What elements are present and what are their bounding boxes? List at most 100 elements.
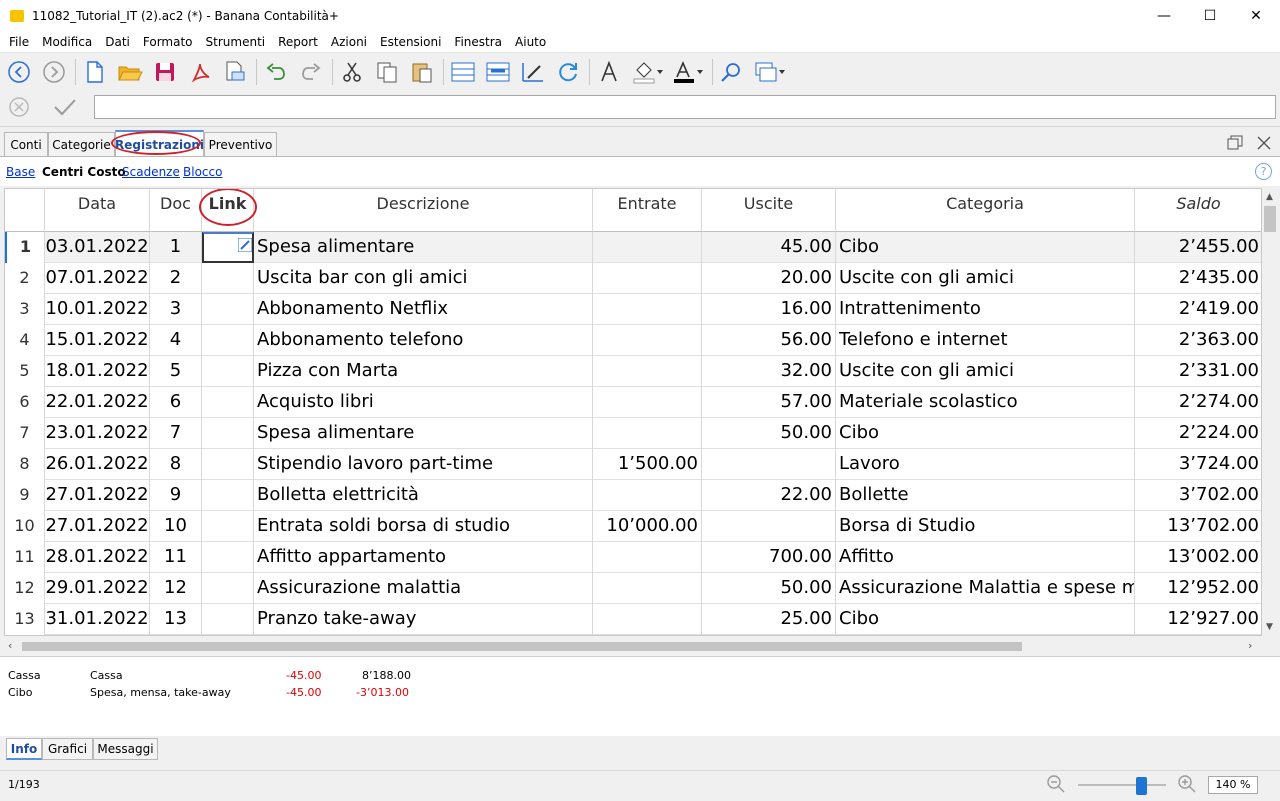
menu-finestra[interactable]: Finestra bbox=[454, 35, 502, 49]
table-row[interactable]: 1 03.01.2022 1 Spesa alimentare 45.00 Cibo 2’4… bbox=[5, 232, 1261, 263]
scroll-left-icon[interactable]: ‹ bbox=[8, 639, 12, 652]
cell-data[interactable]: 29.01.2022 bbox=[45, 573, 150, 604]
cell-data[interactable]: 07.01.2022 bbox=[45, 263, 150, 294]
cell-descrizione[interactable]: Abbonamento Netflix bbox=[254, 294, 593, 325]
menu-strumenti[interactable]: Strumenti bbox=[206, 35, 266, 49]
row-number[interactable]: 9 bbox=[5, 480, 45, 511]
cell-entrate[interactable] bbox=[593, 418, 702, 449]
cell-descrizione[interactable]: Pranzo take-away bbox=[254, 604, 593, 635]
redo-icon[interactable] bbox=[297, 58, 325, 86]
column-header-categoria[interactable]: Categoria bbox=[836, 189, 1135, 232]
cell-link[interactable] bbox=[202, 573, 254, 604]
row-number[interactable]: 10 bbox=[5, 511, 45, 542]
cell-descrizione[interactable]: Abbonamento telefono bbox=[254, 325, 593, 356]
view-centri-costo[interactable]: Centri Costo bbox=[42, 165, 126, 179]
cell-saldo[interactable]: 3’702.00 bbox=[1135, 480, 1261, 511]
scroll-up-icon[interactable]: ▲ bbox=[1266, 192, 1273, 202]
cell-data[interactable]: 28.01.2022 bbox=[45, 542, 150, 573]
horizontal-scroll-thumb[interactable] bbox=[22, 642, 1022, 651]
column-header-descrizione[interactable]: Descrizione bbox=[254, 189, 593, 232]
edit-pencil-icon[interactable] bbox=[237, 234, 252, 253]
undo-icon[interactable] bbox=[262, 58, 290, 86]
tab-conti[interactable]: Conti bbox=[4, 132, 48, 156]
cell-link[interactable] bbox=[202, 232, 254, 263]
minimize-button[interactable]: — bbox=[1141, 0, 1187, 32]
cell-data[interactable]: 22.01.2022 bbox=[45, 387, 150, 418]
cell-doc[interactable]: 5 bbox=[150, 356, 202, 387]
cell-saldo[interactable]: 2’435.00 bbox=[1135, 263, 1261, 294]
table-row[interactable]: 11 28.01.2022 11 Affitto appartamento 700.00… bbox=[5, 542, 1261, 573]
cell-entrate[interactable]: 10’000.00 bbox=[593, 511, 702, 542]
cell-saldo[interactable]: 2’331.00 bbox=[1135, 356, 1261, 387]
fill-color-icon[interactable] bbox=[630, 58, 666, 86]
close-button[interactable]: ✕ bbox=[1233, 0, 1279, 32]
cell-uscite[interactable]: 22.00 bbox=[702, 480, 836, 511]
menu-report[interactable]: Report bbox=[278, 35, 318, 49]
menu-azioni[interactable]: Azioni bbox=[331, 35, 367, 49]
cell-descrizione[interactable]: Pizza con Marta bbox=[254, 356, 593, 387]
cell-saldo[interactable]: 2’224.00 bbox=[1135, 418, 1261, 449]
cell-doc[interactable]: 12 bbox=[150, 573, 202, 604]
row-number[interactable]: 11 bbox=[5, 542, 45, 573]
table-row[interactable]: 3 10.01.2022 3 Abbonamento Netflix 16.00 Intr… bbox=[5, 294, 1261, 325]
cell-data[interactable]: 18.01.2022 bbox=[45, 356, 150, 387]
cell-entrate[interactable] bbox=[593, 387, 702, 418]
window-layout-icon[interactable] bbox=[752, 58, 788, 86]
cell-link[interactable] bbox=[202, 449, 254, 480]
table-row[interactable]: 13 31.01.2022 13 Pranzo take-away 25.00 Cibo 1… bbox=[5, 604, 1261, 635]
zoom-slider[interactable] bbox=[1078, 784, 1166, 786]
cell-saldo[interactable]: 12’927.00 bbox=[1135, 604, 1261, 635]
cell-content-input[interactable] bbox=[94, 95, 1276, 119]
cell-categoria[interactable]: Borsa di Studio bbox=[836, 511, 1135, 542]
cell-uscite[interactable]: 32.00 bbox=[702, 356, 836, 387]
menu-aiuto[interactable]: Aiuto bbox=[515, 35, 546, 49]
delete-rows-icon[interactable] bbox=[484, 58, 512, 86]
cell-doc[interactable]: 6 bbox=[150, 387, 202, 418]
cell-descrizione[interactable]: Uscita bar con gli amici bbox=[254, 263, 593, 294]
cell-descrizione[interactable]: Bolletta elettricità bbox=[254, 480, 593, 511]
cell-data[interactable]: 26.01.2022 bbox=[45, 449, 150, 480]
cell-saldo[interactable]: 12’952.00 bbox=[1135, 573, 1261, 604]
scroll-down-icon[interactable]: ▼ bbox=[1266, 622, 1273, 632]
back-icon[interactable] bbox=[5, 58, 33, 86]
row-number[interactable]: 3 bbox=[5, 294, 45, 325]
table-row[interactable]: 10 27.01.2022 10 Entrata soldi borsa di stu… bbox=[5, 511, 1261, 542]
row-number[interactable]: 13 bbox=[5, 604, 45, 635]
zoom-in-icon[interactable] bbox=[1177, 774, 1197, 794]
cancel-edit-icon[interactable] bbox=[8, 96, 30, 118]
cell-doc[interactable]: 13 bbox=[150, 604, 202, 635]
cell-uscite[interactable] bbox=[702, 449, 836, 480]
close-table-icon[interactable] bbox=[1256, 135, 1272, 151]
cut-icon[interactable] bbox=[338, 58, 366, 86]
cell-uscite[interactable]: 700.00 bbox=[702, 542, 836, 573]
cell-categoria[interactable]: Uscite con gli amici bbox=[836, 263, 1135, 294]
table-row[interactable]: 2 07.01.2022 2 Uscita bar con gli amici 20.0… bbox=[5, 263, 1261, 294]
table-row[interactable]: 6 22.01.2022 6 Acquisto libri 57.00 Materiale… bbox=[5, 387, 1261, 418]
table-row[interactable]: 12 29.01.2022 12 Assicurazione malattia 50.0… bbox=[5, 573, 1261, 604]
maximize-button[interactable]: ☐ bbox=[1187, 0, 1233, 32]
row-number[interactable]: 4 bbox=[5, 325, 45, 356]
menu-estensioni[interactable]: Estensioni bbox=[380, 35, 441, 49]
cell-data[interactable]: 31.01.2022 bbox=[45, 604, 150, 635]
cell-link[interactable] bbox=[202, 387, 254, 418]
cell-uscite[interactable] bbox=[702, 511, 836, 542]
cell-uscite[interactable]: 50.00 bbox=[702, 418, 836, 449]
cell-saldo[interactable]: 3’724.00 bbox=[1135, 449, 1261, 480]
cell-link[interactable] bbox=[202, 356, 254, 387]
view-scadenze[interactable]: Scadenze bbox=[122, 165, 180, 179]
view-base[interactable]: Base bbox=[6, 165, 35, 179]
scroll-right-icon[interactable]: › bbox=[1248, 639, 1252, 652]
cell-doc[interactable]: 10 bbox=[150, 511, 202, 542]
edit-rows-icon[interactable] bbox=[519, 58, 547, 86]
tab-preventivo[interactable]: Preventivo bbox=[204, 132, 277, 156]
row-number[interactable]: 12 bbox=[5, 573, 45, 604]
tab-messaggi[interactable]: Messaggi bbox=[93, 738, 158, 760]
cell-descrizione[interactable]: Acquisto libri bbox=[254, 387, 593, 418]
cell-entrate[interactable] bbox=[593, 542, 702, 573]
cell-entrate[interactable] bbox=[593, 356, 702, 387]
font-icon[interactable] bbox=[595, 58, 623, 86]
cell-descrizione[interactable]: Spesa alimentare bbox=[254, 418, 593, 449]
confirm-edit-icon[interactable] bbox=[52, 96, 78, 118]
cell-saldo[interactable]: 13’002.00 bbox=[1135, 542, 1261, 573]
cell-data[interactable]: 03.01.2022 bbox=[45, 232, 150, 263]
